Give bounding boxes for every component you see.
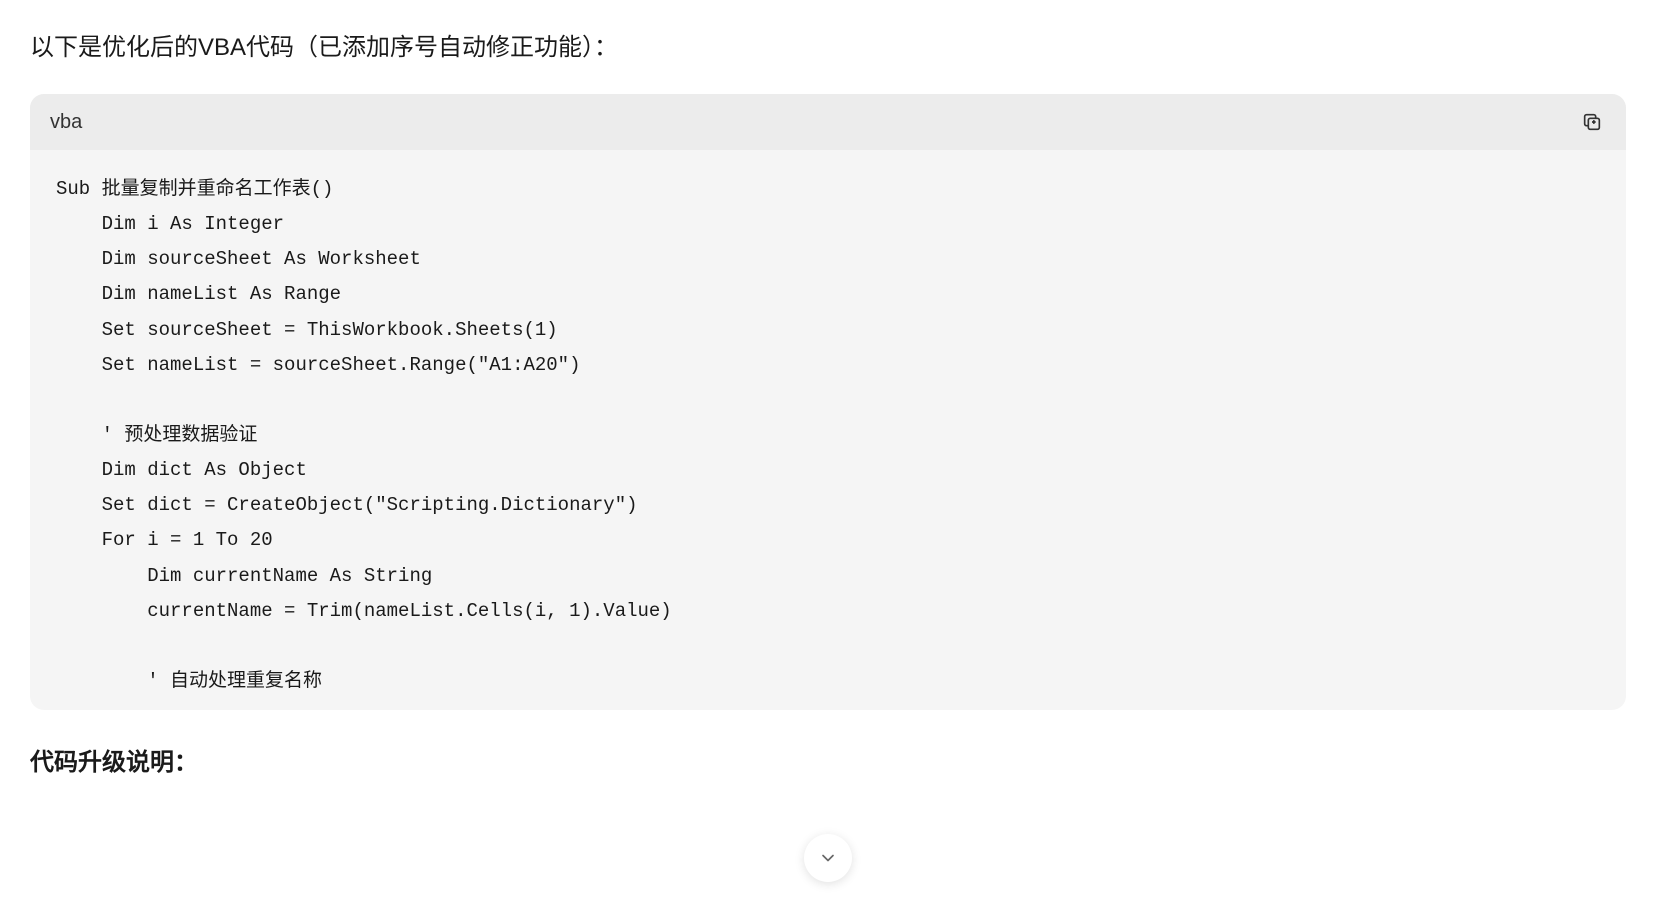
code-content[interactable]: Sub 批量复制并重命名工作表() Dim i As Integer Dim s… — [30, 150, 1626, 710]
code-language-label: vba — [50, 111, 82, 134]
copy-icon — [1581, 111, 1603, 133]
code-block: vba Sub 批量复制并重命名工作表() Dim i As Integer D… — [30, 94, 1626, 710]
section-title: 代码升级说明： — [30, 742, 1626, 777]
copy-code-button[interactable] — [1578, 108, 1606, 136]
chevron-down-icon — [818, 848, 838, 868]
intro-text: 以下是优化后的VBA代码（已添加序号自动修正功能）： — [30, 30, 1626, 66]
expand-button[interactable] — [804, 834, 852, 882]
code-header: vba — [30, 94, 1626, 150]
